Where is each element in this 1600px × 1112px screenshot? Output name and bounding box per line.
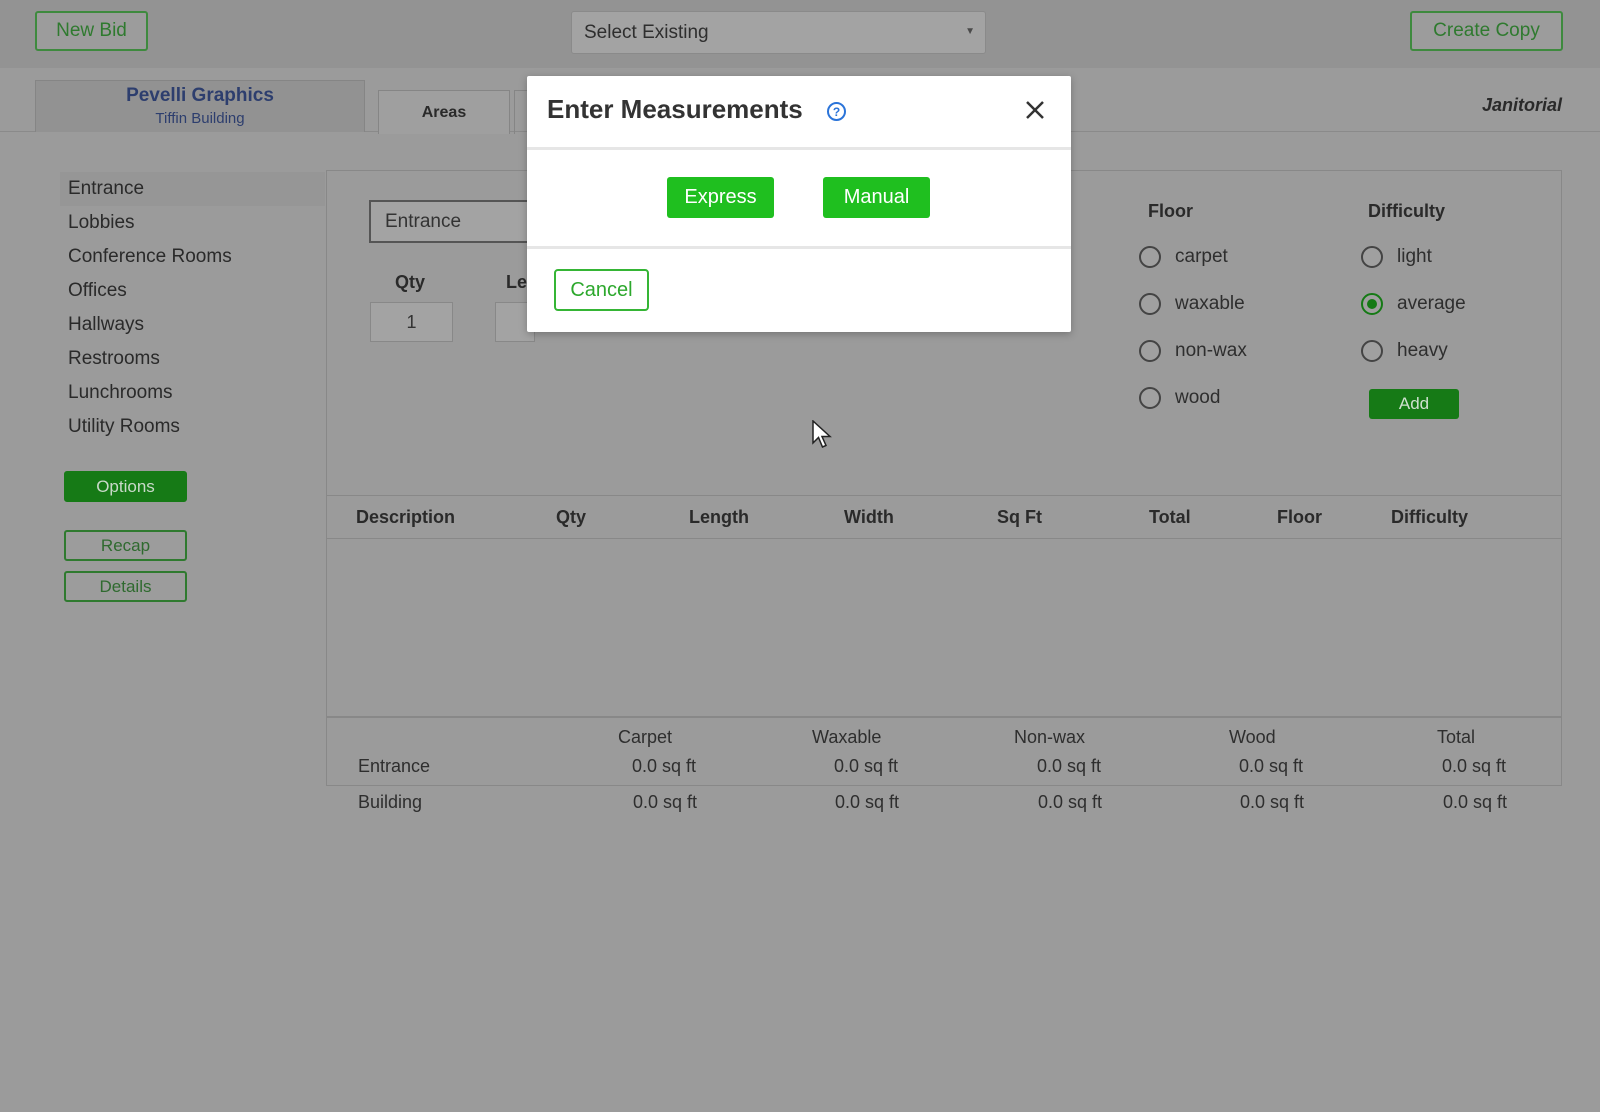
options-button[interactable]: Options: [64, 471, 187, 502]
recap-button[interactable]: Recap: [64, 530, 187, 561]
floor-option-label: non-wax: [1175, 340, 1247, 361]
floor-option-carpet[interactable]: carpet: [1139, 246, 1228, 268]
summary-value: 0.0 sq ft: [1443, 792, 1508, 812]
modal-title: Enter Measurements: [547, 94, 803, 124]
summary-value: 0.0 sq ft: [1038, 792, 1103, 812]
close-icon[interactable]: [1021, 96, 1049, 124]
radio-checked-icon: [1361, 293, 1383, 315]
difficulty-option-light[interactable]: light: [1361, 246, 1432, 268]
length-label: Le: [506, 272, 528, 292]
col-total: Total: [1149, 507, 1191, 527]
radio-icon: [1361, 246, 1383, 268]
difficulty-option-label: light: [1397, 246, 1432, 267]
col-sqft: Sq Ft: [997, 507, 1042, 527]
col-floor: Floor: [1277, 507, 1322, 527]
sidebar-item-lunchrooms[interactable]: Lunchrooms: [60, 376, 325, 410]
sidebar-item-offices[interactable]: Offices: [60, 274, 325, 308]
sidebar-item-utility-rooms[interactable]: Utility Rooms: [60, 410, 325, 444]
col-width: Width: [844, 507, 894, 527]
qty-input[interactable]: 1: [370, 302, 453, 342]
summary-value: 0.0 sq ft: [1239, 756, 1304, 776]
difficulty-heading: Difficulty: [1368, 201, 1446, 221]
col-description: Description: [356, 507, 456, 527]
floor-option-non-wax[interactable]: non-wax: [1139, 340, 1247, 362]
difficulty-option-average[interactable]: average: [1361, 293, 1466, 315]
summary-col-carpet: Carpet: [618, 727, 673, 747]
radio-icon: [1139, 293, 1161, 315]
col-qty: Qty: [556, 507, 587, 527]
tab-areas[interactable]: Areas: [378, 90, 510, 134]
summary-value: 0.0 sq ft: [1240, 792, 1305, 812]
qty-label: Qty: [395, 272, 426, 292]
col-length: Length: [689, 507, 749, 527]
summary-row-divider: [327, 785, 1561, 786]
new-bid-button[interactable]: New Bid: [35, 11, 148, 51]
floor-heading: Floor: [1148, 201, 1193, 221]
floor-option-label: waxable: [1175, 293, 1245, 314]
summary-col-waxable: Waxable: [812, 727, 882, 747]
company-tab[interactable]: Pevelli Graphics Tiffin Building: [35, 80, 365, 132]
summary-col-non-wax: Non-wax: [1014, 727, 1086, 747]
summary-value: 0.0 sq ft: [835, 792, 900, 812]
floor-option-label: wood: [1175, 387, 1221, 408]
sidebar-item-hallways[interactable]: Hallways: [60, 308, 325, 342]
floor-option-waxable[interactable]: waxable: [1139, 293, 1245, 315]
create-copy-button[interactable]: Create Copy: [1410, 11, 1563, 51]
mouse-cursor-icon: [812, 420, 832, 448]
summary-value: 0.0 sq ft: [834, 756, 899, 776]
chevron-down-icon: ▼: [965, 26, 975, 37]
cancel-button[interactable]: Cancel: [554, 269, 649, 311]
service-type-label: Janitorial: [1481, 95, 1562, 115]
building-name: Tiffin Building: [155, 110, 245, 127]
sidebar-item-lobbies[interactable]: Lobbies: [60, 206, 325, 240]
add-area-button[interactable]: Add: [1369, 389, 1459, 419]
floor-option-wood[interactable]: wood: [1139, 387, 1220, 409]
summary-col-total: Total: [1437, 727, 1476, 747]
summary-value: 0.0 sq ft: [633, 792, 698, 812]
difficulty-option-label: average: [1397, 293, 1466, 314]
express-button[interactable]: Express: [667, 177, 774, 218]
sidebar: Entrance Lobbies Conference Rooms Office…: [60, 172, 325, 444]
summary-value: 0.0 sq ft: [1037, 756, 1102, 776]
sidebar-item-conference-rooms[interactable]: Conference Rooms: [60, 240, 325, 274]
modal-divider: [527, 147, 1071, 150]
select-existing-dropdown[interactable]: Select Existing ▼: [571, 11, 986, 54]
sidebar-item-restrooms[interactable]: Restrooms: [60, 342, 325, 376]
radio-icon: [1139, 246, 1161, 268]
areas-table-header: Description Qty Length Width Sq Ft Total…: [327, 495, 1561, 539]
enter-measurements-modal: Enter Measurements ? Express Manual Canc…: [527, 76, 1071, 332]
summary-divider: [327, 716, 1561, 718]
company-name: Pevelli Graphics: [126, 85, 274, 106]
floor-option-label: carpet: [1175, 246, 1228, 267]
summary-col-wood: Wood: [1229, 727, 1276, 747]
radio-icon: [1361, 340, 1383, 362]
col-difficulty: Difficulty: [1391, 507, 1469, 527]
tab-hidden[interactable]: [514, 90, 528, 134]
manual-button[interactable]: Manual: [823, 177, 930, 218]
select-existing-label: Select Existing: [584, 21, 709, 43]
sidebar-item-entrance[interactable]: Entrance: [60, 172, 325, 206]
radio-icon: [1139, 387, 1161, 409]
difficulty-option-label: heavy: [1397, 340, 1448, 361]
summary-value: 0.0 sq ft: [632, 756, 697, 776]
help-icon[interactable]: ?: [827, 102, 846, 121]
summary-row-label: Building: [358, 792, 423, 812]
modal-divider: [527, 246, 1071, 249]
details-button[interactable]: Details: [64, 571, 187, 602]
difficulty-option-heavy[interactable]: heavy: [1361, 340, 1448, 362]
summary-row-label: Entrance: [358, 756, 431, 776]
radio-icon: [1139, 340, 1161, 362]
summary-value: 0.0 sq ft: [1442, 756, 1507, 776]
